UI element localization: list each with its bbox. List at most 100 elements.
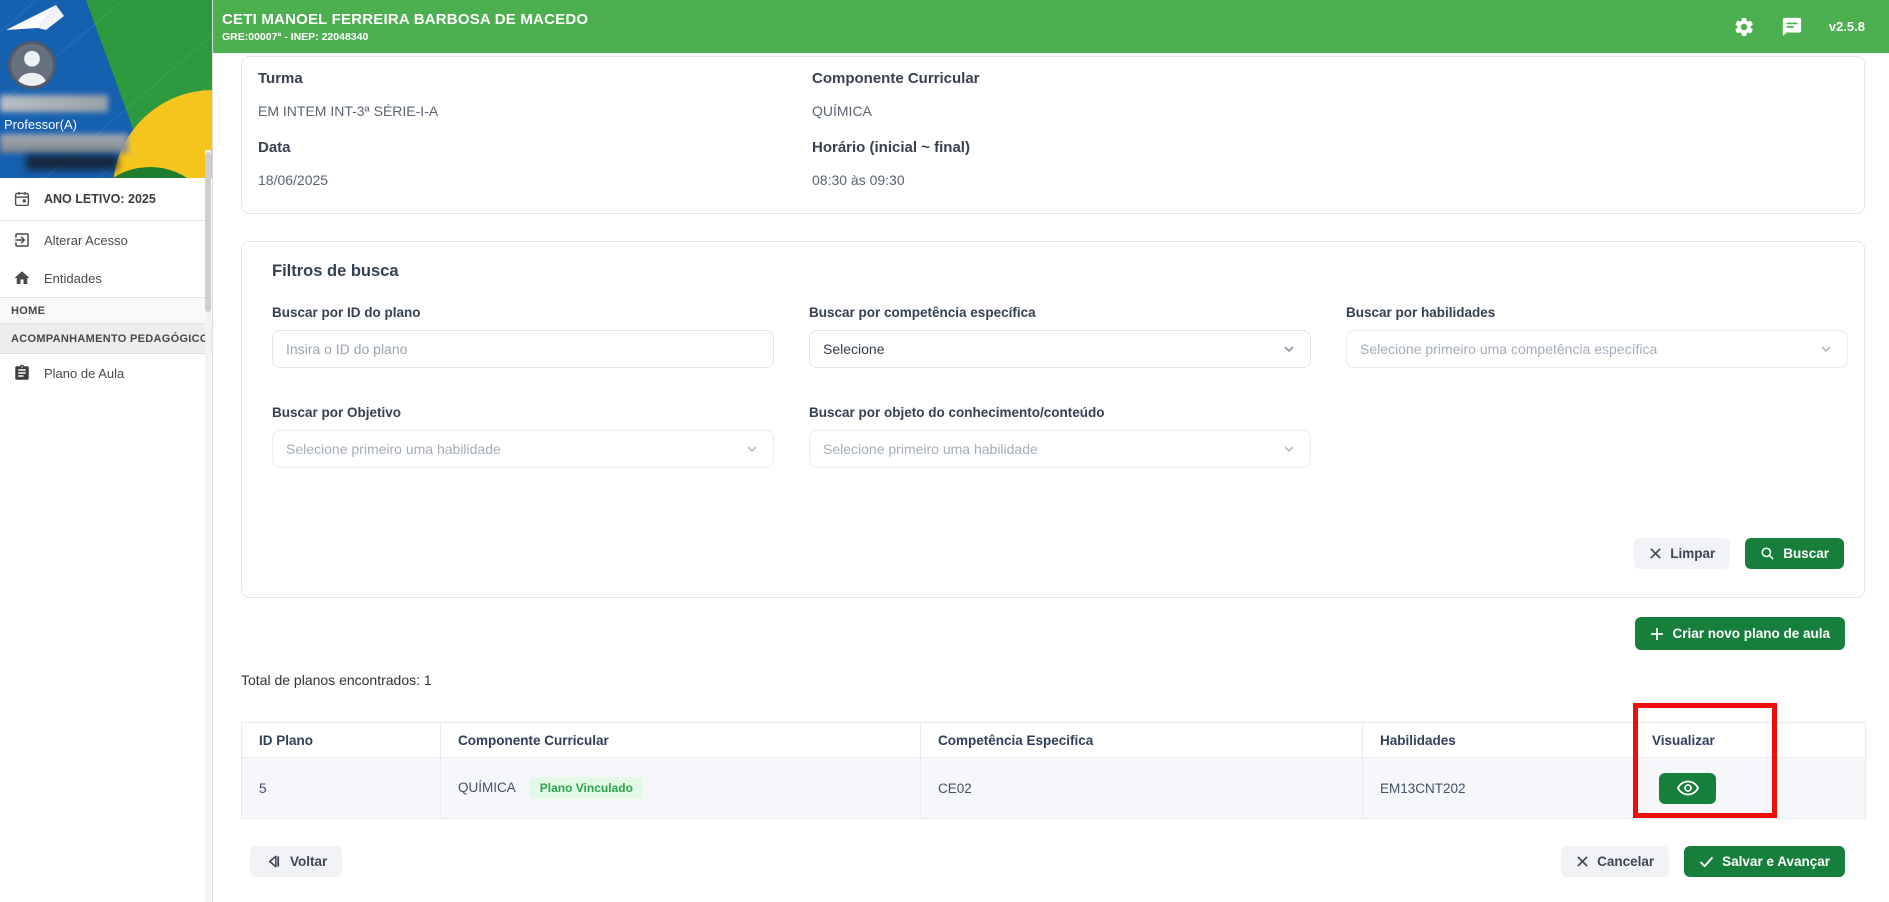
- limpar-label: Limpar: [1670, 546, 1716, 561]
- person-icon: [17, 50, 47, 86]
- top-bar: CETI MANOEL FERREIRA BARBOSA DE MACEDO G…: [213, 0, 1889, 53]
- redacted-name-bar: [0, 95, 108, 112]
- col-visualizar: Visualizar: [1634, 722, 1866, 758]
- plus-icon: [1651, 627, 1664, 640]
- filters-card: Filtros de busca Buscar por ID do plano …: [241, 241, 1865, 598]
- exit-icon: [13, 231, 31, 249]
- eye-icon: [1676, 780, 1699, 796]
- topbar-actions: v2.5.8: [1733, 16, 1865, 38]
- sidebar-item-label: Plano de Aula: [44, 365, 125, 381]
- criar-label: Criar novo plano de aula: [1672, 626, 1830, 641]
- school-meta: GRE:00007ª - INEP: 22048340: [222, 30, 369, 43]
- habilidades-select-value: Selecione primeiro uma competência espec…: [1360, 341, 1658, 357]
- check-icon: [1700, 856, 1714, 867]
- voltar-button[interactable]: Voltar: [250, 846, 343, 877]
- cancelar-button[interactable]: Cancelar: [1561, 846, 1670, 877]
- school-name: CETI MANOEL FERREIRA BARBOSA DE MACEDO: [222, 10, 589, 28]
- data-label: Data: [258, 139, 291, 156]
- sidebar-item-label: Entidades: [44, 270, 102, 286]
- objeto-label: Buscar por objeto do conhecimento/conteú…: [809, 405, 1105, 420]
- avatar[interactable]: [8, 41, 56, 89]
- competencia-label: Buscar por competência específica: [809, 305, 1036, 320]
- sidebar-item-alterar-acesso[interactable]: Alterar Acesso: [0, 221, 212, 259]
- cell-componente: QUÍMICA Plano Vinculado: [440, 757, 921, 819]
- horario-label: Horário (inicial ~ final): [812, 139, 970, 156]
- sidebar-section-home: HOME: [0, 297, 212, 324]
- class-info-col-left: Turma EM INTEM INT-3ª SÉRIE-I-A Data 18/…: [242, 57, 796, 213]
- componente-label: Componente Curricular: [812, 70, 980, 87]
- filter-field-id-plano: Buscar por ID do plano: [272, 304, 774, 368]
- sidebar-section-pedagogico: ACOMPANHAMENTO PEDAGÓGICO: [0, 324, 212, 354]
- class-info-col-right: Componente Curricular QUÍMICA Horário (i…: [796, 57, 1350, 213]
- competencia-select-value: Selecione: [823, 341, 885, 357]
- chevron-down-icon: [1821, 346, 1831, 353]
- chevron-down-icon: [1284, 446, 1294, 453]
- competencia-select[interactable]: Selecione: [809, 330, 1311, 368]
- close-icon: [1577, 856, 1588, 867]
- step-back-icon: [268, 855, 280, 868]
- class-info-card: Turma EM INTEM INT-3ª SÉRIE-I-A Data 18/…: [241, 56, 1865, 214]
- school-header: CETI MANOEL FERREIRA BARBOSA DE MACEDO G…: [222, 11, 588, 43]
- table-header-row: ID Plano Componente Curricular Competênc…: [241, 722, 1866, 758]
- filter-field-habilidades: Buscar por habilidades Selecione primeir…: [1346, 304, 1848, 368]
- total-planos-text: Total de planos encontrados: 1: [241, 672, 432, 688]
- sidebar-item-plano-de-aula[interactable]: Plano de Aula: [0, 354, 212, 392]
- col-competencia: Competência Especifica: [920, 722, 1363, 758]
- objeto-select[interactable]: Selecione primeiro uma habilidade: [809, 430, 1311, 468]
- visualizar-button[interactable]: [1659, 772, 1716, 804]
- sidebar-item-ano-letivo[interactable]: ANO LETIVO: 2025: [0, 178, 212, 221]
- cell-id-plano: 5: [241, 757, 441, 819]
- chat-icon[interactable]: [1781, 16, 1803, 38]
- turma-label: Turma: [258, 70, 303, 87]
- sidebar-scrollbar-thumb[interactable]: [205, 152, 211, 312]
- status-badge: Plano Vinculado: [529, 777, 643, 799]
- app-version: v2.5.8: [1828, 19, 1865, 34]
- redacted-info-bar: [0, 134, 128, 153]
- calendar-icon: [13, 190, 31, 208]
- componente-text: QUÍMICA: [458, 780, 516, 795]
- id-plano-label: Buscar por ID do plano: [272, 305, 421, 320]
- turma-value: EM INTEM INT-3ª SÉRIE-I-A: [258, 103, 439, 119]
- buscar-button[interactable]: Buscar: [1745, 538, 1844, 569]
- close-icon: [1650, 548, 1661, 559]
- cell-competencia: CE02: [920, 757, 1363, 819]
- sidebar-scrollbar: [205, 150, 211, 902]
- col-id-plano: ID Plano: [241, 722, 441, 758]
- objeto-select-value: Selecione primeiro uma habilidade: [823, 441, 1038, 457]
- cell-visualizar: [1634, 757, 1866, 819]
- horario-value: 08:30 às 09:30: [812, 172, 905, 188]
- filter-field-objeto-conhecimento: Buscar por objeto do conhecimento/conteú…: [809, 404, 1311, 468]
- redacted-info-bar-2: [26, 155, 118, 170]
- flag-banner: Professor(A): [0, 0, 212, 178]
- limpar-button[interactable]: Limpar: [1634, 538, 1731, 569]
- home-icon: [13, 269, 31, 287]
- id-plano-input[interactable]: [286, 341, 760, 357]
- chevron-down-icon: [1284, 346, 1294, 353]
- buscar-label: Buscar: [1783, 546, 1829, 561]
- chevron-down-icon: [747, 446, 757, 453]
- habilidades-label: Buscar por habilidades: [1346, 305, 1496, 320]
- filters-title: Filtros de busca: [272, 262, 399, 280]
- sidebar-nav: ANO LETIVO: 2025 Alterar Acesso Entidade…: [0, 178, 212, 392]
- planos-table: ID Plano Componente Curricular Competênc…: [241, 722, 1866, 819]
- sidebar-item-label: Alterar Acesso: [44, 232, 128, 248]
- salvar-avancar-button[interactable]: Salvar e Avançar: [1684, 846, 1845, 877]
- objetivo-select[interactable]: Selecione primeiro uma habilidade: [272, 430, 774, 468]
- main-content: Turma EM INTEM INT-3ª SÉRIE-I-A Data 18/…: [213, 53, 1889, 902]
- cell-habilidades: EM13CNT202: [1362, 757, 1635, 819]
- col-componente: Componente Curricular: [440, 722, 921, 758]
- cancelar-label: Cancelar: [1597, 854, 1655, 869]
- objetivo-select-value: Selecione primeiro uma habilidade: [286, 441, 501, 457]
- search-icon: [1761, 547, 1774, 560]
- objetivo-label: Buscar por Objetivo: [272, 405, 402, 420]
- componente-value: QUÍMICA: [812, 103, 872, 119]
- gear-icon[interactable]: [1733, 16, 1755, 38]
- sidebar-item-entidades[interactable]: Entidades: [0, 259, 212, 297]
- filter-field-competencia: Buscar por competência específica Seleci…: [809, 304, 1311, 368]
- filter-field-objetivo: Buscar por Objetivo Selecione primeiro u…: [272, 404, 774, 468]
- criar-novo-plano-button[interactable]: Criar novo plano de aula: [1635, 617, 1845, 650]
- col-habilidades: Habilidades: [1362, 722, 1635, 758]
- sidebar: Professor(A) ANO LETIVO: 2025 Alterar Ac…: [0, 0, 213, 902]
- habilidades-select[interactable]: Selecione primeiro uma competência espec…: [1346, 330, 1848, 368]
- clipboard-icon: [13, 364, 31, 382]
